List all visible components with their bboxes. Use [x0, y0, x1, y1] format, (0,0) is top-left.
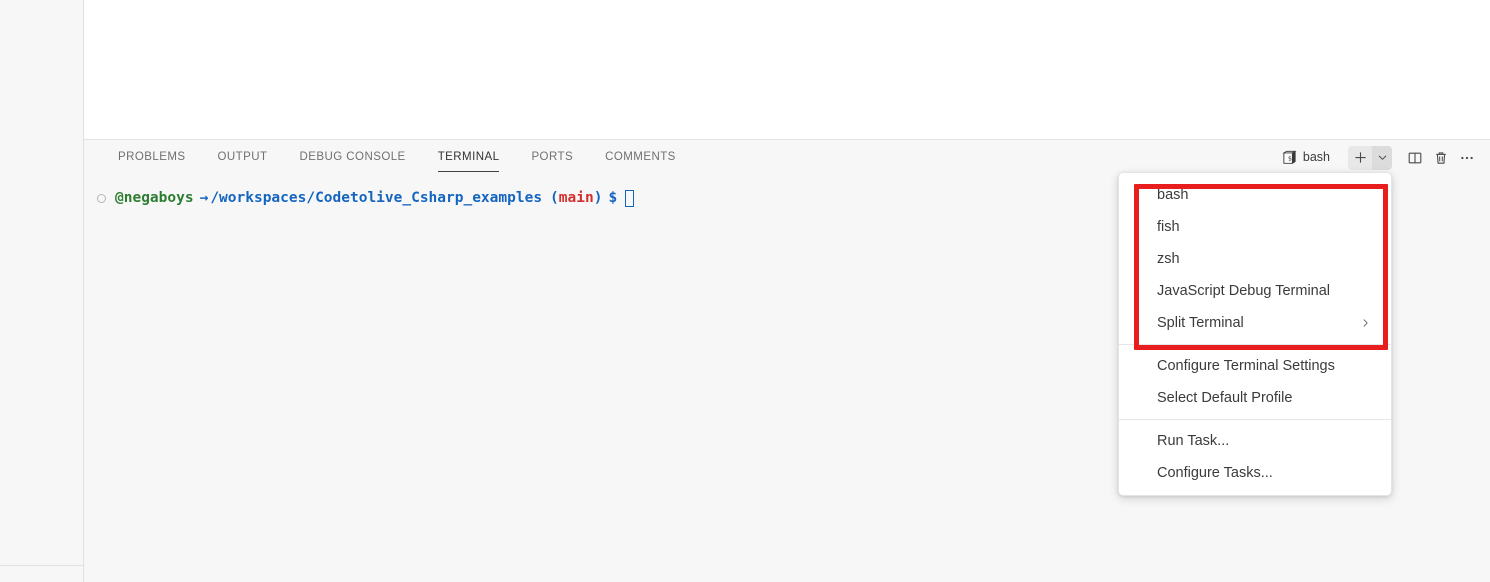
tab-problems-label: PROBLEMS [118, 151, 186, 163]
menu-item-javascript-debug-terminal-label: JavaScript Debug Terminal [1157, 283, 1331, 299]
menu-item-run-task[interactable]: Run Task... [1119, 425, 1391, 457]
split-terminal-button[interactable] [1402, 146, 1428, 170]
menu-item-zsh-label: zsh [1157, 251, 1180, 267]
menu-item-zsh[interactable]: zsh [1119, 243, 1391, 275]
tab-ports[interactable]: PORTS [523, 140, 581, 175]
vscode-window: PROBLEMS OUTPUT DEBUG CONSOLE TERMINAL P… [0, 0, 1490, 582]
tab-problems[interactable]: PROBLEMS [110, 140, 194, 175]
tab-output[interactable]: OUTPUT [210, 140, 276, 175]
terminal-cursor [625, 189, 635, 207]
tab-debug-console[interactable]: DEBUG CONSOLE [292, 140, 414, 175]
editor-region [84, 0, 1490, 139]
menu-item-configure-terminal-settings-label: Configure Terminal Settings [1157, 358, 1335, 374]
terminal-tab-label: bash [1302, 150, 1330, 165]
split-terminal-icon [1407, 150, 1423, 166]
context-menu-group-settings: Configure Terminal Settings Select Defau… [1119, 350, 1391, 414]
terminal-tab-bash[interactable]: $ bash [1278, 148, 1338, 167]
terminal-prompt-arrow: → [199, 190, 209, 206]
menu-item-split-terminal-label: Split Terminal [1157, 315, 1244, 331]
panel-header: PROBLEMS OUTPUT DEBUG CONSOLE TERMINAL P… [84, 140, 1490, 175]
svg-text:$: $ [1288, 154, 1292, 162]
menu-item-fish[interactable]: fish [1119, 211, 1391, 243]
menu-item-bash[interactable]: bash [1119, 179, 1391, 211]
menu-item-configure-tasks[interactable]: Configure Tasks... [1119, 457, 1391, 489]
menu-item-configure-tasks-label: Configure Tasks... [1157, 465, 1273, 481]
tab-output-label: OUTPUT [217, 151, 268, 163]
context-menu-separator-1 [1119, 344, 1391, 345]
tab-terminal[interactable]: TERMINAL [430, 140, 508, 175]
chevron-down-icon [1376, 151, 1389, 164]
terminal-prompt-dollar: $ [608, 190, 618, 206]
context-menu-group-profiles: bash fish zsh JavaScript Debug Terminal … [1119, 179, 1391, 339]
panel-actions: $ bash [1278, 140, 1480, 175]
sidebar-divider [0, 565, 83, 566]
ellipsis-icon [1459, 150, 1475, 166]
new-terminal-button[interactable] [1348, 145, 1372, 170]
tab-comments[interactable]: COMMENTS [597, 140, 684, 175]
menu-item-bash-label: bash [1157, 187, 1189, 203]
chevron-right-icon [1360, 318, 1371, 329]
menu-item-javascript-debug-terminal[interactable]: JavaScript Debug Terminal [1119, 275, 1391, 307]
menu-item-select-default-profile[interactable]: Select Default Profile [1119, 382, 1391, 414]
terminal-prompt-branch: main [558, 190, 594, 206]
menu-item-fish-label: fish [1157, 219, 1180, 235]
menu-item-configure-terminal-settings[interactable]: Configure Terminal Settings [1119, 350, 1391, 382]
panel-tab-list: PROBLEMS OUTPUT DEBUG CONSOLE TERMINAL P… [110, 140, 684, 175]
tab-ports-label: PORTS [531, 151, 574, 163]
plus-icon [1353, 150, 1368, 165]
terminal-prompt-paren-open: ( [550, 190, 559, 206]
terminal-bash-icon: $ [1282, 150, 1297, 165]
kill-terminal-button[interactable] [1428, 146, 1454, 170]
terminal-prompt-path: /workspaces/Codetolive_Csharp_examples [210, 190, 543, 206]
terminal-prompt-user: @negaboys [115, 190, 194, 206]
command-decoration-circle-icon[interactable] [97, 193, 106, 203]
more-actions-button[interactable] [1454, 146, 1480, 170]
context-menu-group-tasks: Run Task... Configure Tasks... [1119, 425, 1391, 489]
tab-debug-console-label: DEBUG CONSOLE [299, 151, 406, 163]
sidebar-strip [0, 0, 84, 582]
menu-item-run-task-label: Run Task... [1157, 433, 1230, 449]
tab-terminal-label: TERMINAL [437, 151, 500, 163]
menu-item-select-default-profile-label: Select Default Profile [1157, 390, 1293, 406]
terminal-profile-context-menu: bash fish zsh JavaScript Debug Terminal … [1118, 172, 1392, 496]
terminal-prompt-paren-close: ) [593, 190, 603, 206]
context-menu-separator-2 [1119, 419, 1391, 420]
trash-icon [1433, 150, 1449, 166]
tab-comments-label: COMMENTS [605, 151, 676, 163]
menu-item-split-terminal[interactable]: Split Terminal [1119, 307, 1391, 339]
new-terminal-dropdown-button[interactable] [1372, 145, 1392, 170]
